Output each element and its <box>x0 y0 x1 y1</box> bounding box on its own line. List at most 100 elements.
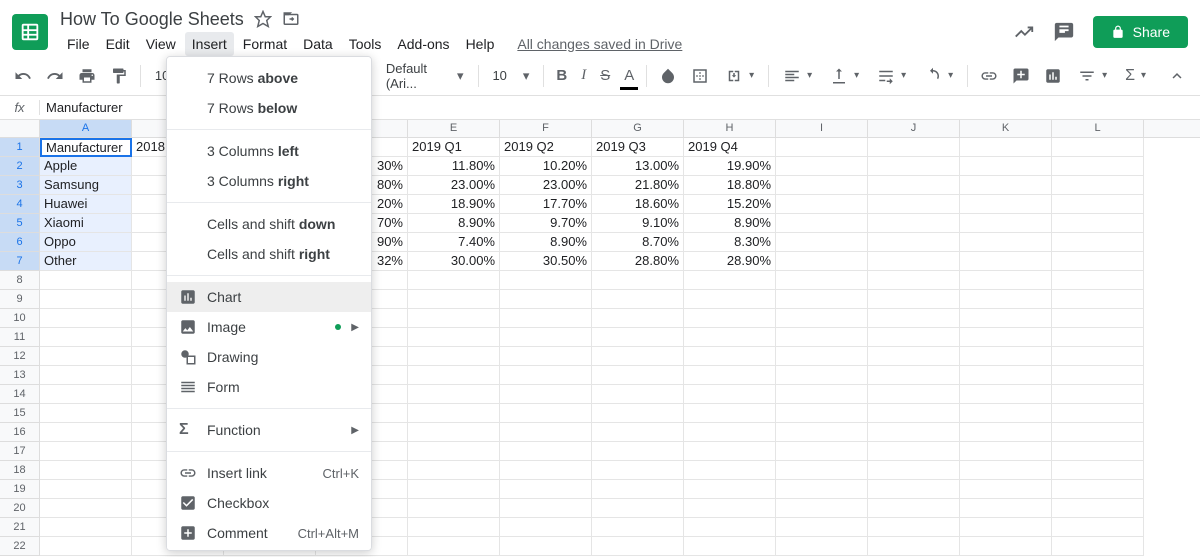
cell-J2[interactable] <box>868 157 960 176</box>
select-all-corner[interactable] <box>0 120 40 137</box>
cell-G22[interactable] <box>592 537 684 556</box>
menu-item-7-rows-below[interactable]: 7 Rows below <box>167 93 371 123</box>
cell-J4[interactable] <box>868 195 960 214</box>
cell-A7[interactable]: Other <box>40 252 132 271</box>
font-dropdown[interactable]: Default (Ari...▾ <box>380 57 470 95</box>
cell-L1[interactable] <box>1052 138 1144 157</box>
cell-J12[interactable] <box>868 347 960 366</box>
cell-H3[interactable]: 18.80% <box>684 176 776 195</box>
menu-item-comment[interactable]: CommentCtrl+Alt+M <box>167 518 371 548</box>
row-header-2[interactable]: 2 <box>0 157 40 176</box>
cell-I17[interactable] <box>776 442 868 461</box>
cell-G21[interactable] <box>592 518 684 537</box>
cell-L19[interactable] <box>1052 480 1144 499</box>
menu-file[interactable]: File <box>60 32 97 56</box>
cell-E19[interactable] <box>408 480 500 499</box>
cell-H13[interactable] <box>684 366 776 385</box>
cell-F13[interactable] <box>500 366 592 385</box>
cell-J11[interactable] <box>868 328 960 347</box>
cell-A17[interactable] <box>40 442 132 461</box>
cell-H5[interactable]: 8.90% <box>684 214 776 233</box>
cell-A16[interactable] <box>40 423 132 442</box>
move-icon[interactable] <box>282 10 300 28</box>
cell-E7[interactable]: 30.00% <box>408 252 500 271</box>
cell-K19[interactable] <box>960 480 1052 499</box>
menu-item-function[interactable]: ΣFunction▶ <box>167 415 371 445</box>
cell-L18[interactable] <box>1052 461 1144 480</box>
cell-H2[interactable]: 19.90% <box>684 157 776 176</box>
font-size-dropdown[interactable]: 10▾ <box>486 64 535 88</box>
cell-G7[interactable]: 28.80% <box>592 252 684 271</box>
cell-L9[interactable] <box>1052 290 1144 309</box>
cell-E14[interactable] <box>408 385 500 404</box>
cell-L7[interactable] <box>1052 252 1144 271</box>
cell-F19[interactable] <box>500 480 592 499</box>
col-header-L[interactable]: L <box>1052 120 1144 137</box>
strikethrough-button[interactable]: S <box>596 63 614 88</box>
menu-edit[interactable]: Edit <box>99 32 137 56</box>
cell-K16[interactable] <box>960 423 1052 442</box>
cell-I1[interactable] <box>776 138 868 157</box>
cell-H10[interactable] <box>684 309 776 328</box>
cell-L2[interactable] <box>1052 157 1144 176</box>
menu-tools[interactable]: Tools <box>342 32 389 56</box>
cell-J18[interactable] <box>868 461 960 480</box>
cell-G13[interactable] <box>592 366 684 385</box>
collapse-toolbar-button[interactable] <box>1164 63 1190 89</box>
cell-F21[interactable] <box>500 518 592 537</box>
cell-K7[interactable] <box>960 252 1052 271</box>
menu-item-7-rows-above[interactable]: 7 Rows above <box>167 63 371 93</box>
cell-L13[interactable] <box>1052 366 1144 385</box>
cell-L16[interactable] <box>1052 423 1144 442</box>
menu-item-cells-and-shift-right[interactable]: Cells and shift right <box>167 239 371 269</box>
cell-E11[interactable] <box>408 328 500 347</box>
cell-G10[interactable] <box>592 309 684 328</box>
row-header-16[interactable]: 16 <box>0 423 40 442</box>
cell-L10[interactable] <box>1052 309 1144 328</box>
row-header-18[interactable]: 18 <box>0 461 40 480</box>
cell-A5[interactable]: Xiaomi <box>40 214 132 233</box>
cell-H11[interactable] <box>684 328 776 347</box>
cell-G20[interactable] <box>592 499 684 518</box>
cell-E10[interactable] <box>408 309 500 328</box>
cell-H17[interactable] <box>684 442 776 461</box>
cell-H18[interactable] <box>684 461 776 480</box>
col-header-I[interactable]: I <box>776 120 868 137</box>
cell-H22[interactable] <box>684 537 776 556</box>
cell-A15[interactable] <box>40 404 132 423</box>
cell-H9[interactable] <box>684 290 776 309</box>
cell-I10[interactable] <box>776 309 868 328</box>
formula-input[interactable]: Manufacturer <box>40 100 123 115</box>
cell-G19[interactable] <box>592 480 684 499</box>
cell-F9[interactable] <box>500 290 592 309</box>
cell-K20[interactable] <box>960 499 1052 518</box>
menu-item-image[interactable]: Image▶ <box>167 312 371 342</box>
redo-button[interactable] <box>42 63 68 89</box>
cell-J17[interactable] <box>868 442 960 461</box>
cell-J13[interactable] <box>868 366 960 385</box>
menu-data[interactable]: Data <box>296 32 340 56</box>
cell-A22[interactable] <box>40 537 132 556</box>
cell-G9[interactable] <box>592 290 684 309</box>
cell-L21[interactable] <box>1052 518 1144 537</box>
borders-button[interactable] <box>687 63 713 89</box>
cell-E17[interactable] <box>408 442 500 461</box>
col-header-A[interactable]: A <box>40 120 132 137</box>
cell-G8[interactable] <box>592 271 684 290</box>
cell-H15[interactable] <box>684 404 776 423</box>
cell-L20[interactable] <box>1052 499 1144 518</box>
cell-K3[interactable] <box>960 176 1052 195</box>
cell-J22[interactable] <box>868 537 960 556</box>
cell-A3[interactable]: Samsung <box>40 176 132 195</box>
cell-I4[interactable] <box>776 195 868 214</box>
cell-A10[interactable] <box>40 309 132 328</box>
cell-E5[interactable]: 8.90% <box>408 214 500 233</box>
cell-F10[interactable] <box>500 309 592 328</box>
cell-L5[interactable] <box>1052 214 1144 233</box>
cell-J5[interactable] <box>868 214 960 233</box>
cell-E2[interactable]: 11.80% <box>408 157 500 176</box>
text-color-button[interactable]: A <box>620 63 638 88</box>
cell-H1[interactable]: 2019 Q4 <box>684 138 776 157</box>
cell-E16[interactable] <box>408 423 500 442</box>
paint-format-button[interactable] <box>106 63 132 89</box>
